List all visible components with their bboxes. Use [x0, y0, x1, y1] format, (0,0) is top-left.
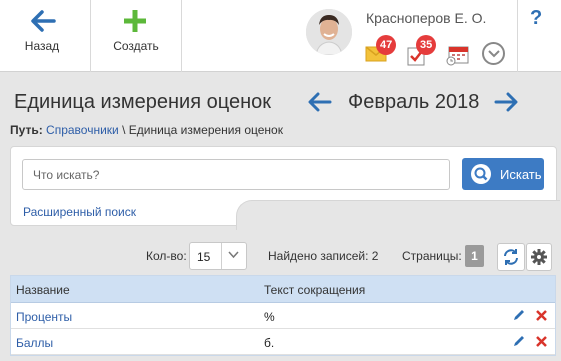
select-divider — [221, 243, 222, 269]
user-name[interactable]: Красноперов Е. О. — [366, 10, 486, 26]
search-input[interactable] — [22, 159, 450, 190]
search-button[interactable]: Искать — [462, 158, 544, 190]
delete-icon[interactable] — [536, 336, 547, 347]
breadcrumb: Путь: Справочники \ Единица измерения оц… — [10, 123, 283, 137]
pages-label: Страницы: — [402, 249, 462, 263]
mail-count-badge: 47 — [376, 35, 397, 55]
row-abbreviation: % — [264, 310, 275, 324]
plus-icon — [124, 10, 146, 32]
row-name-link[interactable]: Проценты — [16, 310, 72, 324]
page-size-value: 15 — [197, 250, 211, 264]
chevron-down-icon — [228, 251, 239, 259]
breadcrumb-current: Единица измерения оценок — [128, 123, 283, 137]
table-row: Проценты % — [11, 303, 555, 329]
help-button[interactable]: ? — [530, 7, 542, 30]
search-button-label: Искать — [500, 166, 542, 182]
column-header-abbreviation[interactable]: Текст сокращения — [264, 283, 365, 297]
breadcrumb-separator: \ — [118, 123, 129, 137]
chevron-down-icon — [487, 49, 500, 57]
task-count-badge: 35 — [416, 35, 437, 55]
avatar[interactable] — [306, 9, 352, 55]
refresh-button[interactable] — [497, 243, 525, 271]
records-found: Найдено записей: 2 — [268, 249, 378, 263]
page-title: Единица измерения оценок — [14, 91, 271, 113]
records-table: Название Текст сокращения Проценты % Бал… — [10, 275, 556, 356]
back-button-label: Назад — [24, 39, 60, 53]
breadcrumb-prefix: Путь: — [10, 123, 43, 137]
records-found-label: Найдено записей: — [268, 249, 369, 263]
refresh-icon — [504, 249, 518, 265]
user-menu-button[interactable] — [482, 42, 505, 65]
page-size-select[interactable]: 15 — [189, 242, 247, 270]
pencil-icon[interactable] — [512, 334, 526, 348]
records-found-count: 2 — [371, 249, 379, 263]
row-name-link[interactable]: Баллы — [16, 336, 53, 350]
pencil-icon[interactable] — [512, 308, 526, 322]
search-panel-notch — [236, 200, 560, 230]
table-header: Название Текст сокращения — [11, 276, 555, 303]
arrow-left-icon — [31, 10, 56, 32]
next-period-arrow-icon[interactable] — [494, 92, 518, 112]
period-label: Февраль 2018 — [348, 91, 480, 113]
settings-button[interactable] — [526, 243, 552, 271]
top-toolbar: Назад Создать Красноперов Е. О. 47 35 ? — [0, 0, 561, 72]
toolbar-divider — [181, 0, 182, 72]
gear-icon — [531, 249, 547, 265]
prev-period-arrow-icon[interactable] — [308, 92, 332, 112]
calendar-icon[interactable] — [446, 44, 470, 66]
page-number-button[interactable]: 1 — [465, 245, 484, 267]
user-photo-icon — [306, 9, 352, 55]
create-button-label: Создать — [113, 39, 159, 53]
row-abbreviation: б. — [264, 336, 275, 350]
count-label: Кол-во: — [146, 249, 187, 263]
delete-icon[interactable] — [536, 310, 547, 321]
table-row: Баллы б. — [11, 329, 555, 355]
column-header-name[interactable]: Название — [16, 283, 70, 297]
toolbar-divider — [517, 0, 518, 72]
search-icon — [471, 164, 491, 184]
breadcrumb-link-directories[interactable]: Справочники — [46, 123, 119, 137]
advanced-search-link[interactable]: Расширенный поиск — [23, 205, 136, 219]
